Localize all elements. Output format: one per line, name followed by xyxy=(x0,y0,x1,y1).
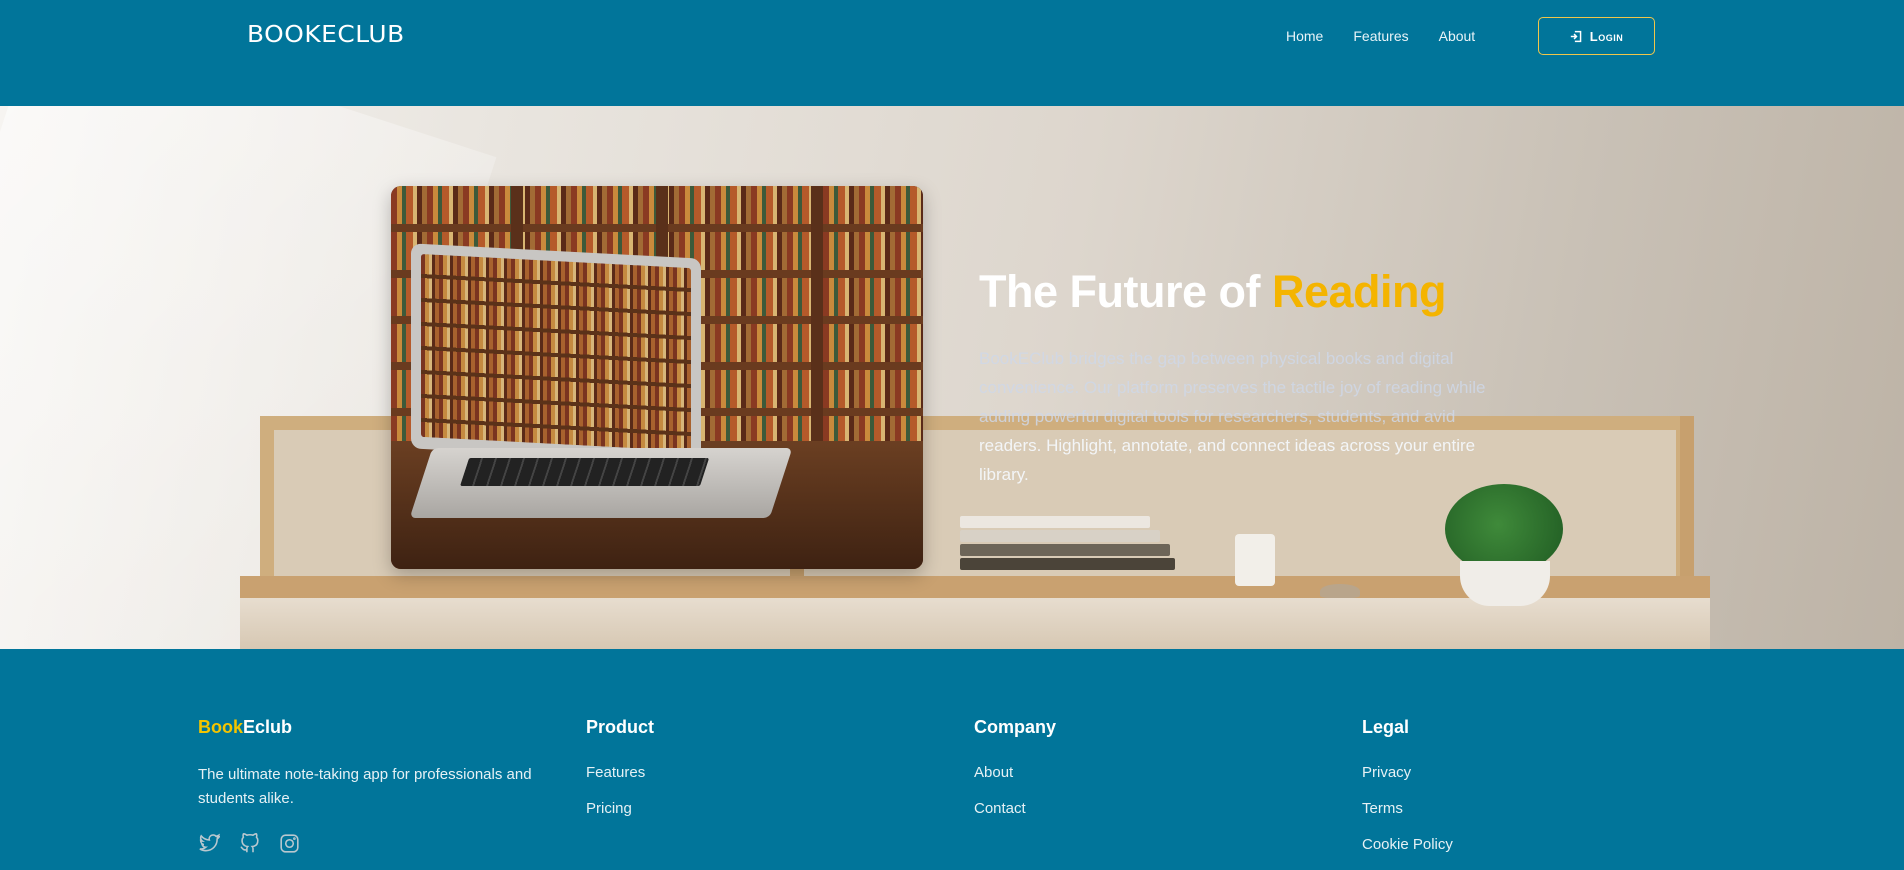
footer-link-pricing[interactable]: Pricing xyxy=(586,799,654,818)
footer-heading-company: Company xyxy=(974,717,1057,737)
hero-description: BookEClub bridges the gap between physic… xyxy=(979,349,1486,484)
twitter-icon[interactable] xyxy=(198,832,221,855)
footer-heading-product: Product xyxy=(586,717,655,737)
site-footer: BookEclub The ultimate note-taking app f… xyxy=(0,649,1904,870)
site-logo[interactable]: BOOKECLUB xyxy=(247,22,405,48)
nav-link-about[interactable]: About xyxy=(1439,27,1476,45)
footer-link-about[interactable]: About xyxy=(974,763,1056,782)
instagram-icon[interactable] xyxy=(278,832,301,855)
background-books xyxy=(960,516,1180,576)
footer-heading-legal: Legal xyxy=(1362,717,1410,737)
login-button[interactable]: Login xyxy=(1538,17,1655,55)
footer-legal-column: Legal Privacy Terms Cookie Policy xyxy=(1362,717,1453,870)
nav-link-features[interactable]: Features xyxy=(1353,27,1408,45)
main-nav: Home Features About xyxy=(1286,27,1505,45)
social-links xyxy=(198,832,548,855)
footer-link-privacy[interactable]: Privacy xyxy=(1362,763,1453,782)
footer-product-column: Product Features Pricing xyxy=(586,717,654,835)
login-label: Login xyxy=(1589,28,1624,44)
footer-link-cookie-policy[interactable]: Cookie Policy xyxy=(1362,835,1453,854)
hero-title-accent: Reading xyxy=(1271,266,1447,317)
footer-brand[interactable]: BookEclub xyxy=(198,717,548,738)
footer-link-terms[interactable]: Terms xyxy=(1362,799,1453,818)
hero-title: The Future of Reading xyxy=(979,266,1447,317)
nav-link-home[interactable]: Home xyxy=(1286,27,1323,45)
github-icon[interactable] xyxy=(238,832,261,855)
hero-image-laptop-library xyxy=(391,186,923,569)
footer-company-column: Company About Contact xyxy=(974,717,1056,835)
footer-brand-column: BookEclub The ultimate note-taking app f… xyxy=(198,717,548,855)
hero-section: The Future of Reading BookEClub bridges … xyxy=(0,106,1904,649)
login-icon xyxy=(1570,30,1582,42)
site-header: BOOKECLUB Home Features About Login xyxy=(0,0,1904,106)
footer-link-features[interactable]: Features xyxy=(586,763,654,782)
footer-link-contact[interactable]: Contact xyxy=(974,799,1056,818)
footer-tagline: The ultimate note-taking app for profess… xyxy=(198,766,532,807)
